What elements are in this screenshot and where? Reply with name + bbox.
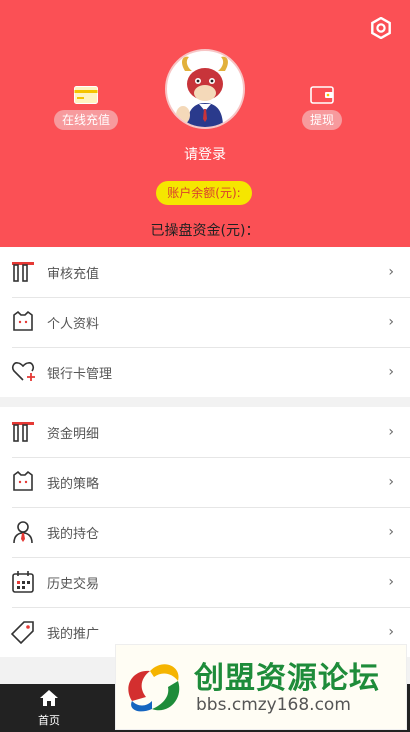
- menu-item-trade-history[interactable]: 历史交易 ›: [0, 557, 410, 607]
- watermark-banner: 创盟资源论坛 bbs.cmzy168.com: [115, 644, 407, 730]
- recharge-label: 在线充值: [53, 110, 118, 130]
- balance-badge: 账户余额(元):: [156, 181, 252, 205]
- recharge-online-button[interactable]: 在线充值: [50, 84, 122, 130]
- chevron-right-icon: ›: [388, 474, 394, 490]
- menu-item-bank-card[interactable]: 银行卡管理 ›: [0, 347, 410, 397]
- menu-item-review-recharge[interactable]: 审核充值 ›: [0, 247, 410, 297]
- chevron-right-icon: ›: [388, 264, 394, 280]
- chevron-right-icon: ›: [388, 624, 394, 640]
- menu-item-my-positions[interactable]: 我的持仓 ›: [0, 507, 410, 557]
- menu-group-trading: 资金明细 › 我的策略 › 我的持仓 › 历史交易 › 我的推广 ›: [0, 407, 410, 657]
- menu-item-my-strategy[interactable]: 我的策略 ›: [0, 457, 410, 507]
- menu-item-label: 资金明细: [47, 426, 100, 442]
- chevron-right-icon: ›: [388, 364, 394, 380]
- home-icon: [40, 690, 58, 706]
- watermark-logo-icon: [128, 664, 180, 712]
- menu-item-personal-info[interactable]: 个人资料 ›: [0, 297, 410, 347]
- chevron-right-icon: ›: [388, 574, 394, 590]
- login-link[interactable]: 请登录: [0, 144, 410, 164]
- calendar-icon: [12, 571, 34, 593]
- profile-icon: [13, 310, 33, 331]
- menu-item-label: 银行卡管理: [47, 366, 113, 382]
- wallet-icon: [310, 86, 334, 104]
- menu-item-label: 我的推广: [47, 626, 100, 642]
- card-icon: [12, 262, 34, 282]
- chevron-right-icon: ›: [388, 314, 394, 330]
- settings-gear-icon[interactable]: [370, 17, 392, 39]
- traded-funds-label: 已操盘资金(元)：: [150, 223, 260, 239]
- watermark-url: bbs.cmzy168.com: [196, 695, 351, 715]
- menu-item-label: 审核充值: [47, 266, 100, 282]
- menu-item-label: 历史交易: [47, 576, 100, 592]
- profile-header: 在线充值 提现 请登录 账户余额(元): 已操盘资金(元)：: [0, 0, 410, 247]
- menu-item-label: 我的持仓: [47, 526, 100, 542]
- card-icon: [12, 422, 34, 442]
- menu-item-label: 个人资料: [47, 316, 100, 332]
- chevron-right-icon: ›: [388, 524, 394, 540]
- nav-home-tab[interactable]: 首页: [22, 689, 76, 728]
- chevron-right-icon: ›: [388, 424, 394, 440]
- menu-item-label: 我的策略: [47, 476, 100, 492]
- tag-icon: [11, 621, 34, 644]
- strategy-icon: [13, 470, 33, 491]
- withdraw-button[interactable]: 提现: [296, 84, 348, 130]
- menu-item-fund-details[interactable]: 资金明细 ›: [0, 407, 410, 457]
- withdraw-label: 提现: [301, 110, 342, 130]
- avatar[interactable]: [165, 49, 245, 129]
- nav-home-label: 首页: [38, 714, 60, 727]
- heart-plus-icon: [11, 362, 35, 381]
- watermark-title: 创盟资源论坛: [194, 661, 380, 696]
- credit-card-icon: [74, 86, 98, 104]
- bull-mascot-icon: [176, 56, 228, 127]
- user-tie-icon: [13, 521, 33, 544]
- menu-group-account: 审核充值 › 个人资料 › 银行卡管理 ›: [0, 247, 410, 397]
